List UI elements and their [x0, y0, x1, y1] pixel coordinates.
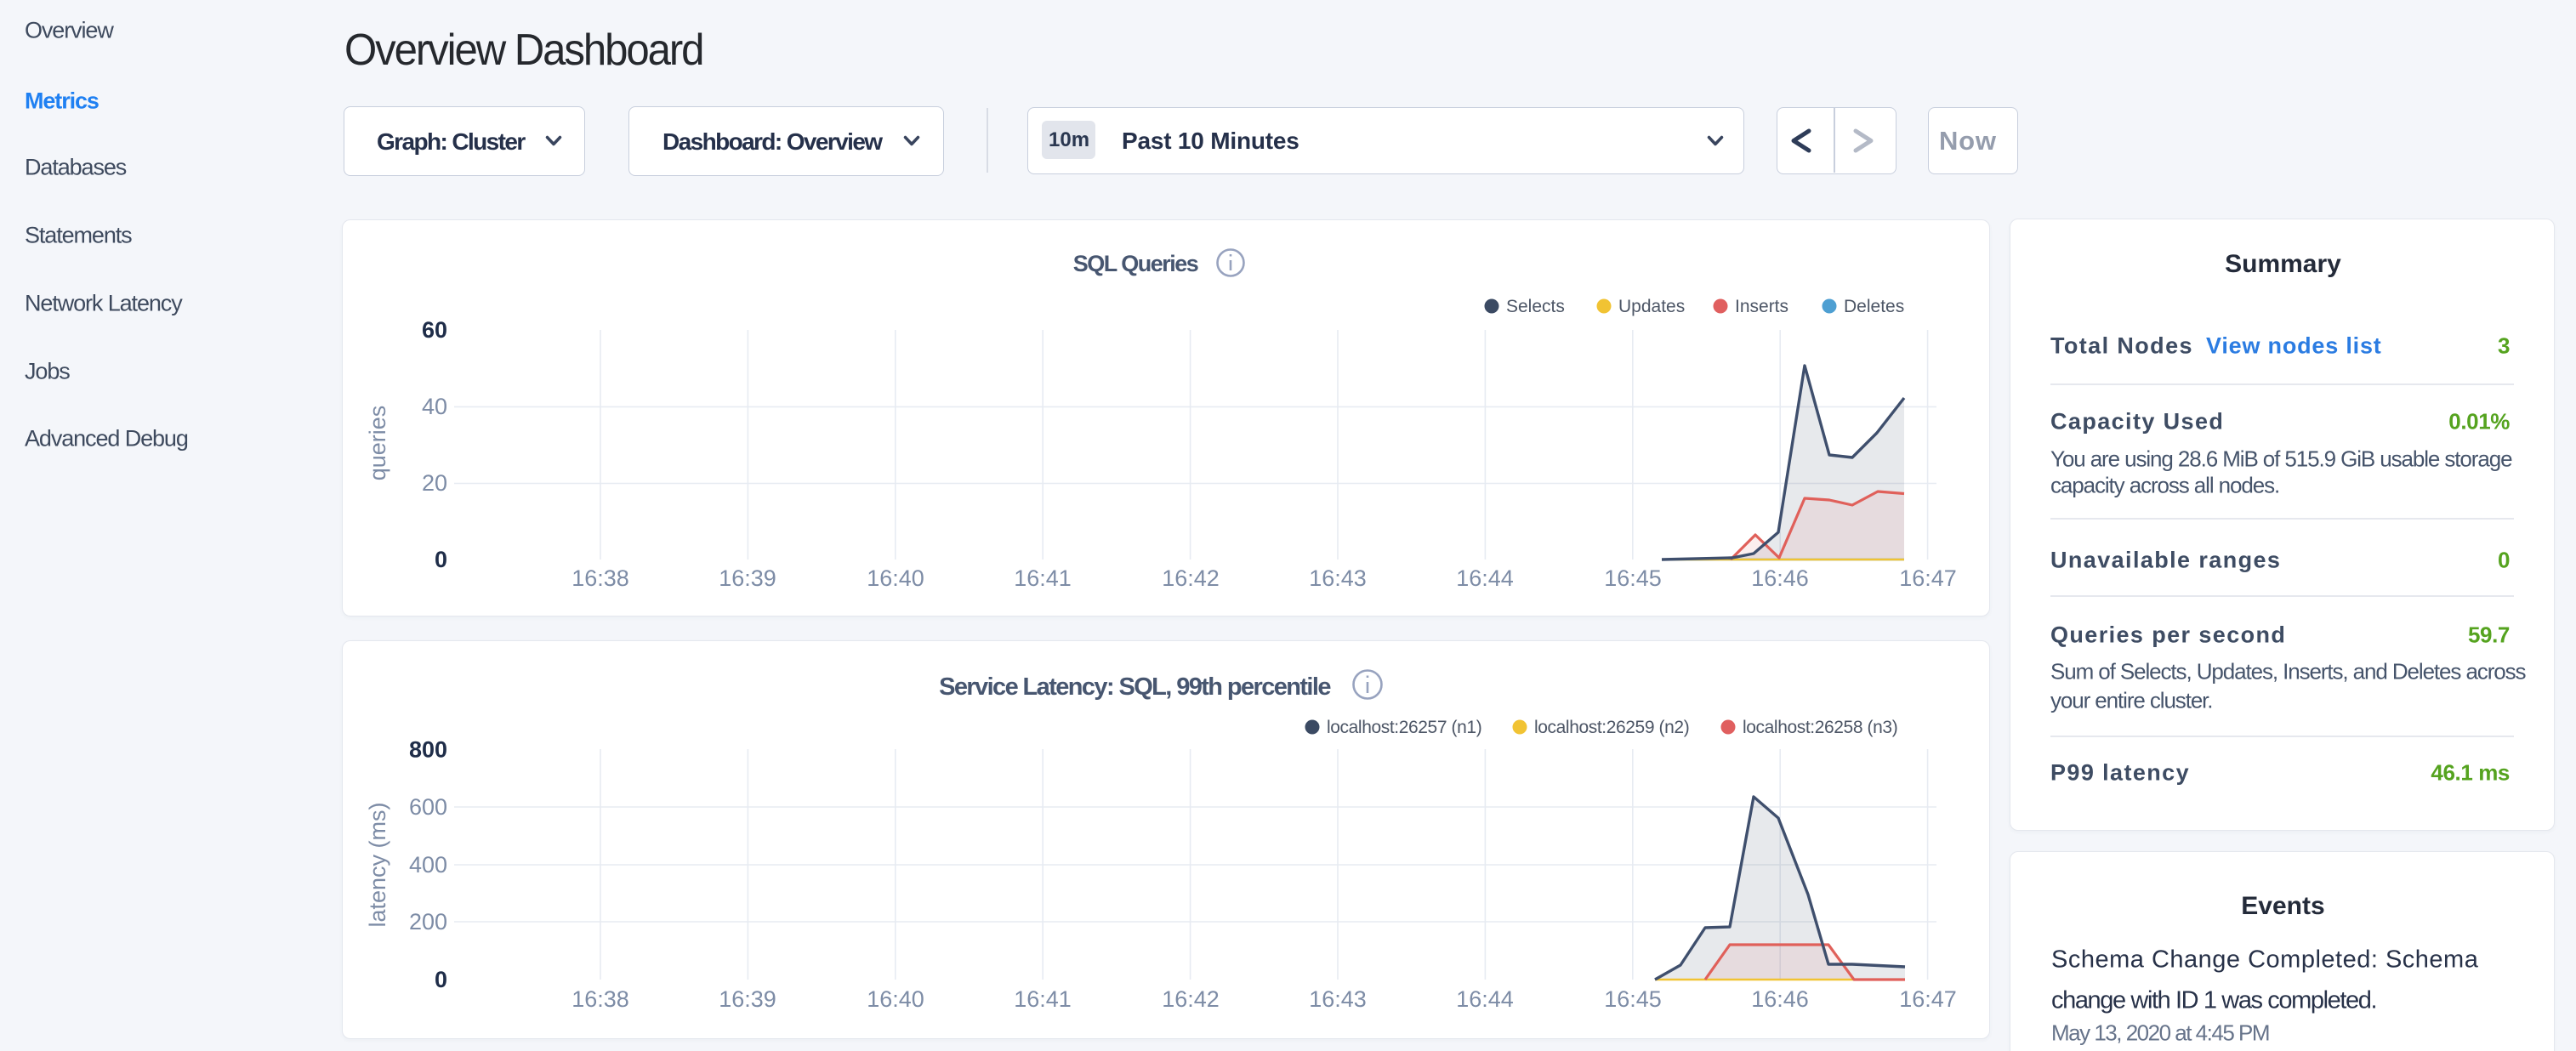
- svg-text:localhost:26259 (n2): localhost:26259 (n2): [1534, 718, 1689, 737]
- svg-text:400: 400: [409, 852, 447, 878]
- svg-text:16:39: 16:39: [719, 986, 776, 1012]
- svg-text:localhost:26257 (n1): localhost:26257 (n1): [1327, 718, 1481, 737]
- svg-text:16:47: 16:47: [1899, 986, 1957, 1012]
- svg-text:Selects: Selects: [1506, 297, 1565, 316]
- svg-text:16:39: 16:39: [719, 565, 776, 591]
- svg-text:16:44: 16:44: [1456, 565, 1514, 591]
- svg-text:SQL Queries: SQL Queries: [1073, 251, 1198, 276]
- svg-text:40: 40: [422, 394, 447, 419]
- svg-text:16:45: 16:45: [1604, 986, 1662, 1012]
- svg-text:16:42: 16:42: [1162, 986, 1220, 1012]
- svg-text:Service Latency: SQL, 99th per: Service Latency: SQL, 99th percentile: [939, 673, 1331, 701]
- svg-text:16:41: 16:41: [1014, 986, 1072, 1012]
- svg-text:localhost:26258 (n3): localhost:26258 (n3): [1743, 718, 1897, 737]
- svg-text:200: 200: [409, 909, 447, 935]
- svg-text:16:47: 16:47: [1899, 565, 1957, 591]
- svg-text:60: 60: [422, 317, 447, 343]
- svg-text:0: 0: [435, 967, 447, 992]
- svg-text:16:43: 16:43: [1309, 986, 1367, 1012]
- svg-text:16:44: 16:44: [1456, 986, 1514, 1012]
- svg-text:queries: queries: [365, 406, 390, 481]
- svg-text:16:40: 16:40: [867, 986, 924, 1012]
- svg-text:16:45: 16:45: [1604, 565, 1662, 591]
- svg-text:Deletes: Deletes: [1844, 297, 1904, 316]
- svg-text:0: 0: [435, 547, 447, 572]
- svg-text:16:41: 16:41: [1014, 565, 1072, 591]
- svg-text:600: 600: [409, 794, 447, 820]
- svg-text:16:38: 16:38: [571, 986, 629, 1012]
- svg-text:16:43: 16:43: [1309, 565, 1367, 591]
- svg-text:16:42: 16:42: [1162, 565, 1220, 591]
- svg-text:Updates: Updates: [1618, 297, 1685, 316]
- svg-text:16:40: 16:40: [867, 565, 924, 591]
- svg-text:Inserts: Inserts: [1735, 297, 1788, 316]
- svg-text:16:46: 16:46: [1751, 986, 1809, 1012]
- svg-text:800: 800: [409, 737, 447, 763]
- svg-text:16:38: 16:38: [571, 565, 629, 591]
- svg-text:20: 20: [422, 470, 447, 496]
- svg-text:latency (ms): latency (ms): [365, 802, 390, 927]
- svg-text:16:46: 16:46: [1751, 565, 1809, 591]
